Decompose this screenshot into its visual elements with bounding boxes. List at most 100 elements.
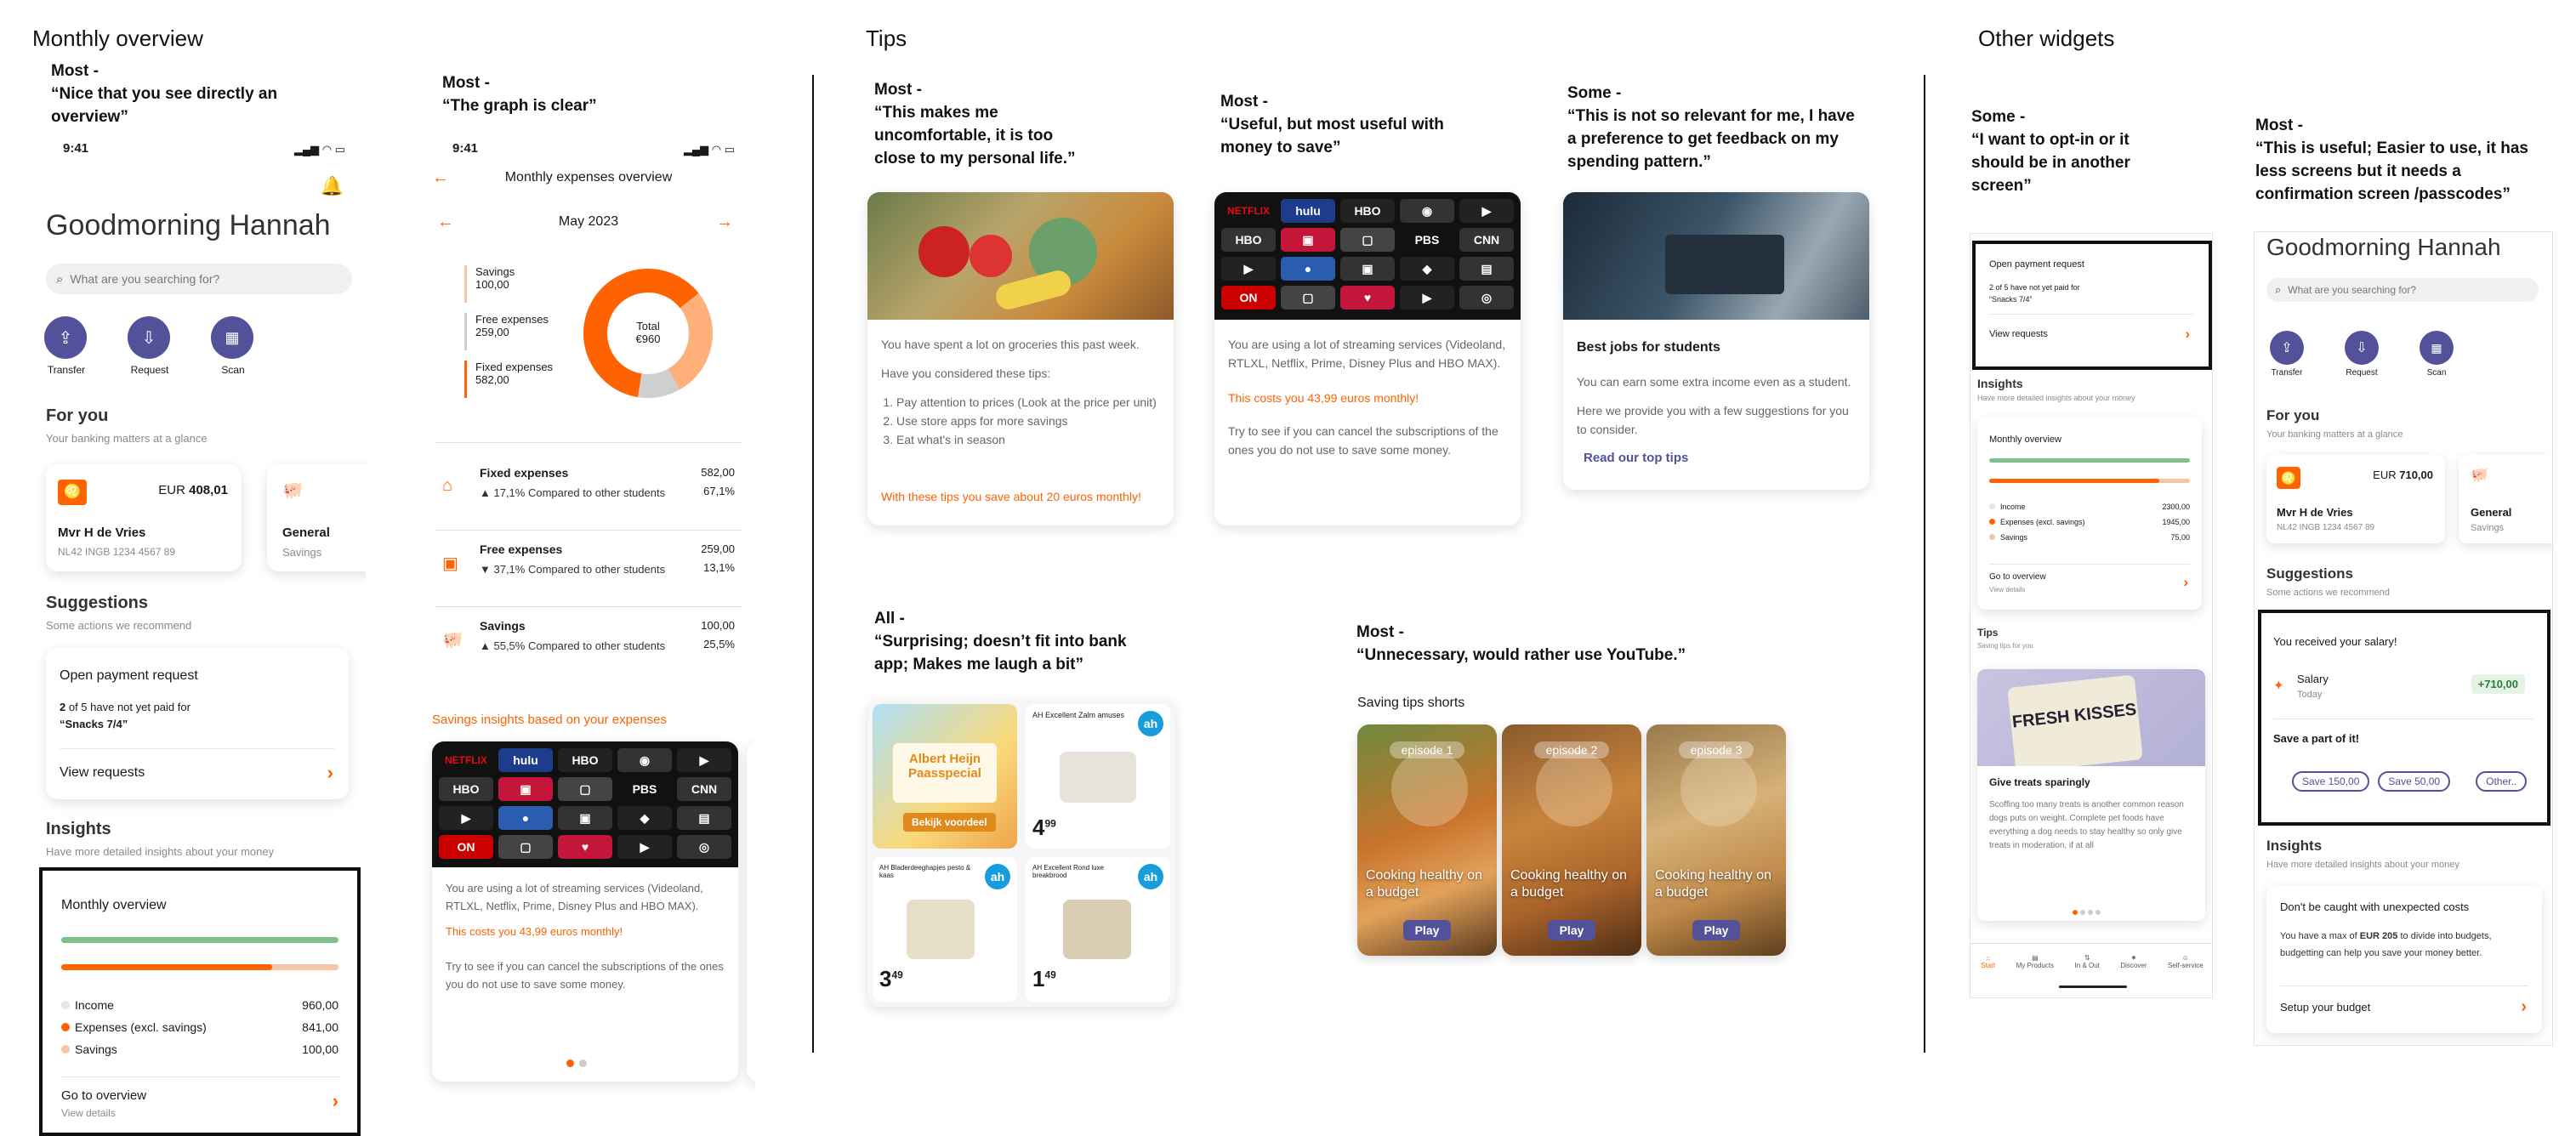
month-label: May 2023: [558, 214, 619, 229]
nav-label: My Products: [2016, 962, 2055, 969]
chevron-right-icon[interactable]: ›: [2183, 574, 2188, 591]
play-button[interactable]: Play: [1692, 920, 1741, 940]
product-card-1[interactable]: AH Excellent Zalm amuses ah 499: [1026, 704, 1170, 849]
tip3-title: Best jobs for students: [1577, 340, 1720, 355]
w2-budget-card[interactable]: Don't be caught with unexpected costs Yo…: [2266, 885, 2542, 1033]
view-requests-link[interactable]: View requests: [60, 765, 145, 781]
expenses-label: Expenses (excl. savings): [75, 1020, 207, 1034]
savings-value: 100,00: [302, 1042, 338, 1056]
w2-account-iban: NL42 INGB 1234 4567 89: [2277, 523, 2375, 532]
tv-tile: ◆: [617, 806, 672, 830]
transfer-button[interactable]: ⇪ Transfer: [2268, 331, 2306, 378]
account-iban: NL42 INGB 1234 4567 89: [58, 546, 176, 558]
salary-icon: ✦: [2273, 679, 2284, 693]
section-title-other: Other widgets: [1978, 26, 2115, 51]
w2-search-input[interactable]: ⌕ What are you searching for?: [2266, 278, 2539, 302]
savings-dot: [61, 1045, 70, 1054]
scan-button[interactable]: ▦ Scan: [211, 316, 255, 376]
ah-banner[interactable]: Albert Heijn Paasspecial Bekijk voordeel: [873, 704, 1017, 849]
expense-row[interactable]: 🐖 Savings 100,00 ▲ 55,5% Compared to other …: [435, 607, 742, 684]
quote-8: Some - “I want to opt-in or it should be…: [1971, 108, 2130, 195]
price-dec: 99: [1044, 817, 1056, 830]
setup-budget-link[interactable]: Setup your budget: [2280, 1001, 2370, 1014]
nav-discover[interactable]: ✷ Discover: [2120, 954, 2147, 997]
account-card[interactable]: ♌ EUR 408,01 Mvr H de Vries NL42 INGB 12…: [46, 464, 242, 571]
apple-shape: [918, 226, 970, 277]
w2-account-card[interactable]: ♌ EUR 710,00 Mvr H de Vries NL42 INGB 12…: [2266, 455, 2445, 543]
go-to-overview-link[interactable]: Go to overview: [61, 1088, 146, 1103]
request-button[interactable]: ⇩ Request: [128, 316, 172, 376]
streaming-insight-card[interactable]: NETFLIX hulu HBO ◉ ▶ HBO ▣ ▢ PBS CNN ▶ ●…: [432, 741, 738, 1082]
expense-bar: [61, 964, 272, 970]
episode-label: episode 2: [1533, 741, 1610, 758]
next-month-icon[interactable]: →: [716, 213, 733, 232]
tv-tile: ▶: [1400, 286, 1454, 310]
product-image: [1063, 900, 1131, 959]
w1-go-overview-link[interactable]: Go to overview: [1989, 572, 2046, 582]
request-button[interactable]: ⇩ Request: [2343, 331, 2380, 378]
short-video-card[interactable]: episode 1 Cooking healthy on a budget Play: [1357, 724, 1497, 956]
nav-my-products[interactable]: ▤ My Products: [2016, 954, 2055, 997]
tip1-item: Eat what's in season: [896, 430, 1160, 449]
bekijk-voordeel-button[interactable]: Bekijk voordeel: [903, 813, 996, 832]
carousel-dots[interactable]: [2073, 904, 2106, 919]
short-video-card[interactable]: episode 2 Cooking healthy on a budget Play: [1502, 724, 1641, 956]
currency: EUR: [2373, 469, 2397, 481]
transfer-button[interactable]: ⇪ Transfer: [44, 316, 88, 376]
legend-value: 259,00: [475, 326, 509, 338]
shorts-title: Saving tips shorts: [1357, 696, 1465, 710]
chevron-right-icon[interactable]: ›: [327, 762, 333, 784]
row-percentage: 13,1%: [703, 561, 735, 574]
request-label: Request: [2346, 368, 2378, 378]
product-card-2[interactable]: AH Bladerdeeghapjes pesto & kaas ah 349: [873, 857, 1017, 1002]
w1-view-requests-link[interactable]: View requests: [1989, 329, 2048, 339]
play-button[interactable]: Play: [1547, 920, 1596, 940]
shorts-carousel: episode 1 Cooking healthy on a budget Play…: [1357, 724, 1791, 956]
savings-card[interactable]: 🐖 General Savings: [267, 464, 366, 571]
laptop-image: [1563, 192, 1869, 320]
read-top-tips-link[interactable]: Read our top tips: [1584, 451, 1688, 465]
chevron-right-icon[interactable]: ›: [2185, 326, 2190, 343]
payment-request-card[interactable]: Open payment request 2 of 5 have not yet…: [46, 648, 349, 799]
groceries-tip-card[interactable]: You have spent a lot on groceries this p…: [867, 192, 1174, 525]
tv-tile: ◆: [1400, 257, 1454, 281]
search-input[interactable]: ⌕ What are you searching for?: [46, 264, 352, 294]
widgets-screen-1: Open payment request 2 of 5 have not yet…: [1970, 233, 2213, 998]
hulu-tile: hulu: [1281, 199, 1335, 223]
nav-self-service[interactable]: ☺ Self-service: [2168, 954, 2204, 997]
w1-monthly-overview-card[interactable]: Monthly overview Income 2300,00 Expenses …: [1977, 417, 2202, 610]
w2-savings-subtitle: Savings: [2471, 523, 2505, 533]
product-card-3[interactable]: AH Excellent Rond luxe breakbrood ah 149: [1026, 857, 1170, 1002]
short-video-card[interactable]: episode 3 Cooking healthy on a budget Play: [1646, 724, 1786, 956]
tv-tile: ●: [1281, 257, 1335, 281]
income-label: Income: [75, 998, 114, 1012]
save-other-button[interactable]: Other..: [2476, 771, 2528, 792]
w1-treat-card[interactable]: FRESH KISSES Give treats sparingly Scoff…: [1977, 669, 2205, 921]
play-button[interactable]: Play: [1402, 920, 1452, 940]
save-50-button[interactable]: Save 50,00: [2378, 771, 2451, 792]
search-placeholder: What are you searching for?: [2288, 284, 2417, 296]
discover-icon: ✷: [2130, 954, 2137, 962]
chevron-right-icon[interactable]: ›: [2521, 997, 2527, 1017]
nav-in-out[interactable]: ⇅ In & Out: [2075, 954, 2100, 997]
bell-icon[interactable]: 🔔: [321, 175, 344, 197]
expense-row[interactable]: ⌂ Fixed expenses 582,00 ▲ 17,1% Compared to…: [435, 454, 742, 531]
carousel-dots[interactable]: [566, 1056, 592, 1071]
jobs-tip-card[interactable]: Best jobs for students You can earn some…: [1563, 192, 1869, 490]
next-card-peek[interactable]: [747, 741, 755, 1082]
streaming-tip-card[interactable]: NETFLIX hulu HBO ◉ ▶ HBO ▣ ▢ PBS CNN ▶ ●…: [1214, 192, 1521, 525]
laptop-shape: [1665, 235, 1784, 294]
divider-1: [812, 75, 814, 1053]
quote-3: Most - “This makes me uncomfortable, it …: [874, 81, 1076, 168]
savings-subtitle: Savings: [282, 546, 322, 559]
tv-tile: ◉: [617, 748, 672, 772]
scan-button[interactable]: ▦ Scan: [2418, 331, 2455, 378]
w2-savings-card[interactable]: 🐖 General Savings: [2459, 455, 2552, 543]
save-150-button[interactable]: Save 150,00: [2292, 771, 2370, 792]
expense-row[interactable]: ▣ Free expenses 259,00 ▼ 37,1% Compared to …: [435, 531, 742, 607]
product-price: 499: [1032, 815, 1056, 841]
nav-start[interactable]: ⌂ Start: [1981, 954, 1995, 997]
tv-tile: ▶: [617, 835, 672, 859]
wallet-icon: ▣: [442, 554, 458, 573]
chevron-right-icon[interactable]: ›: [333, 1090, 338, 1112]
